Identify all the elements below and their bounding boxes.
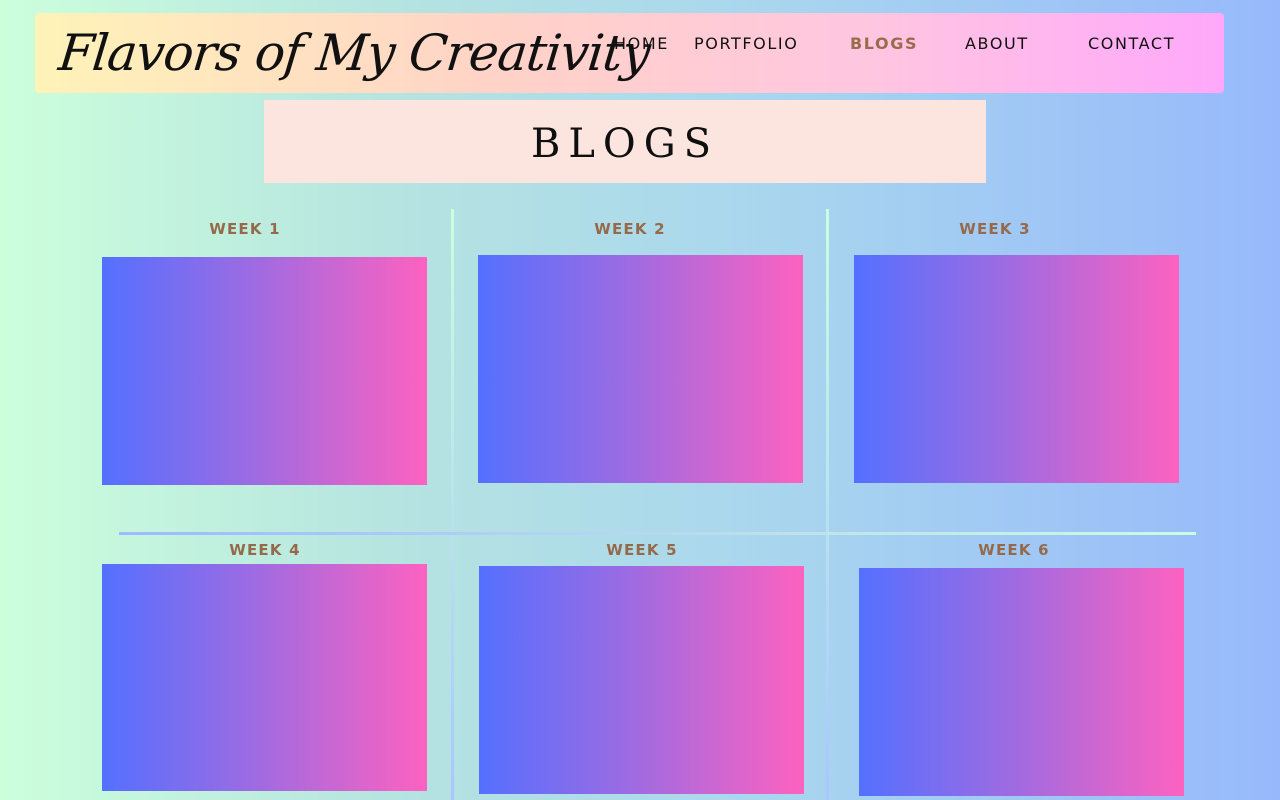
week-1-label: WEEK 1 bbox=[209, 220, 281, 238]
week-4-label: WEEK 4 bbox=[229, 541, 301, 559]
nav-portfolio[interactable]: PORTFOLIO bbox=[694, 13, 798, 93]
page-title-banner: BLOGS bbox=[264, 100, 986, 183]
week-5-label: WEEK 5 bbox=[606, 541, 678, 559]
week-2-label: WEEK 2 bbox=[594, 220, 666, 238]
nav-home[interactable]: HOME bbox=[614, 13, 669, 93]
nav-blogs[interactable]: BLOGS bbox=[850, 13, 918, 93]
week-6-label: WEEK 6 bbox=[978, 541, 1050, 559]
week-6-card[interactable] bbox=[859, 568, 1184, 796]
site-header: Flavors of My Creativity HOME PORTFOLIO … bbox=[35, 13, 1224, 93]
week-3-label: WEEK 3 bbox=[959, 220, 1031, 238]
week-1-card[interactable] bbox=[102, 257, 427, 485]
week-2-card[interactable] bbox=[478, 255, 803, 483]
grid-divider-vertical bbox=[826, 209, 829, 800]
nav-about[interactable]: ABOUT bbox=[965, 13, 1029, 93]
grid-divider-vertical bbox=[451, 209, 454, 800]
grid-divider-horizontal bbox=[119, 532, 1196, 535]
site-logo[interactable]: Flavors of My Creativity bbox=[55, 17, 653, 89]
nav-contact[interactable]: CONTACT bbox=[1088, 13, 1175, 93]
week-4-card[interactable] bbox=[102, 564, 427, 791]
week-5-card[interactable] bbox=[479, 566, 804, 794]
page-title: BLOGS bbox=[530, 121, 720, 167]
week-3-card[interactable] bbox=[854, 255, 1179, 483]
